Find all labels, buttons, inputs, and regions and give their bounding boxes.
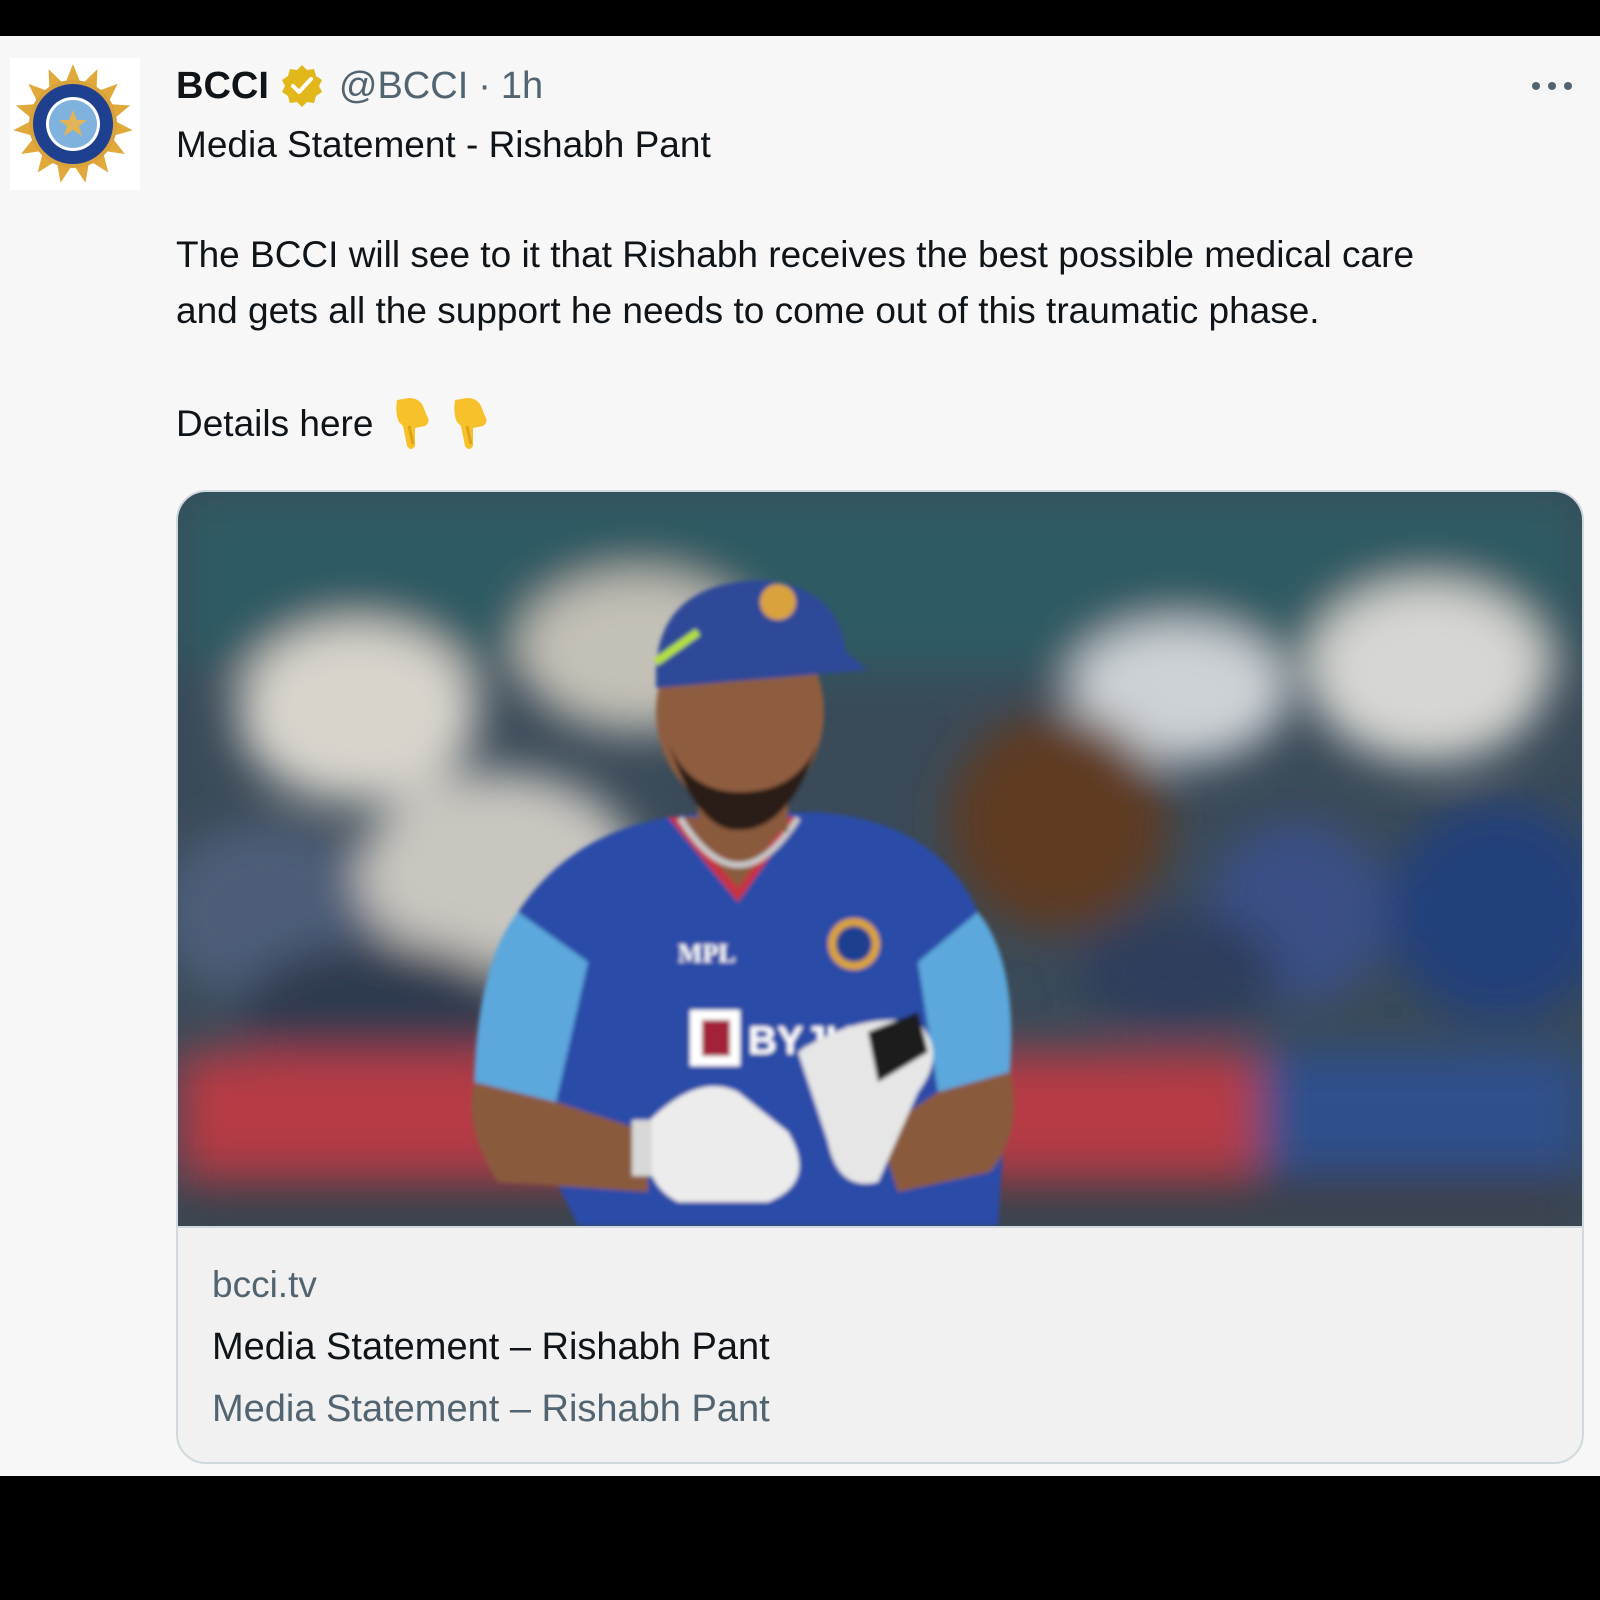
tweet-text-line: The BCCI will see to it that Rishabh rec… xyxy=(176,234,1415,275)
tweet-text-line: Media Statement - Rishabh Pant xyxy=(176,124,711,165)
card-text-area[interactable]: bcci.tv Media Statement – Rishabh Pant M… xyxy=(178,1226,1582,1462)
tweet-text-line-details: Details here xyxy=(176,396,493,452)
author-handle[interactable]: @BCCI xyxy=(339,65,468,108)
tweet-timestamp[interactable]: 1h xyxy=(501,65,543,108)
backhand-index-pointing-down-icon xyxy=(447,396,493,452)
more-options-icon[interactable] xyxy=(1532,66,1572,106)
author-name[interactable]: BCCI xyxy=(176,65,269,108)
link-preview-card[interactable]: MPL BYJU'S bcci.tv Media Statement – Ris… xyxy=(176,490,1584,1464)
tweet-text-line: and gets all the support he needs to com… xyxy=(176,290,1320,331)
mpl-logo-text: MPL xyxy=(678,939,736,968)
separator-dot: · xyxy=(478,64,491,107)
card-description: Media Statement – Rishabh Pant xyxy=(212,1388,770,1430)
tweet[interactable]: BCCI @BCCI · 1h Media Statement - Rishab… xyxy=(0,36,1600,1476)
details-label: Details here xyxy=(176,403,374,444)
verified-badge-icon xyxy=(279,63,325,109)
bcci-logo-avatar[interactable] xyxy=(10,58,140,190)
tweet-header: BCCI @BCCI · 1h xyxy=(176,58,543,114)
card-title: Media Statement – Rishabh Pant xyxy=(212,1326,770,1368)
backhand-index-pointing-down-icon xyxy=(389,396,435,452)
card-domain: bcci.tv xyxy=(212,1264,317,1305)
card-image-cricketer[interactable]: MPL BYJU'S xyxy=(178,492,1582,1226)
